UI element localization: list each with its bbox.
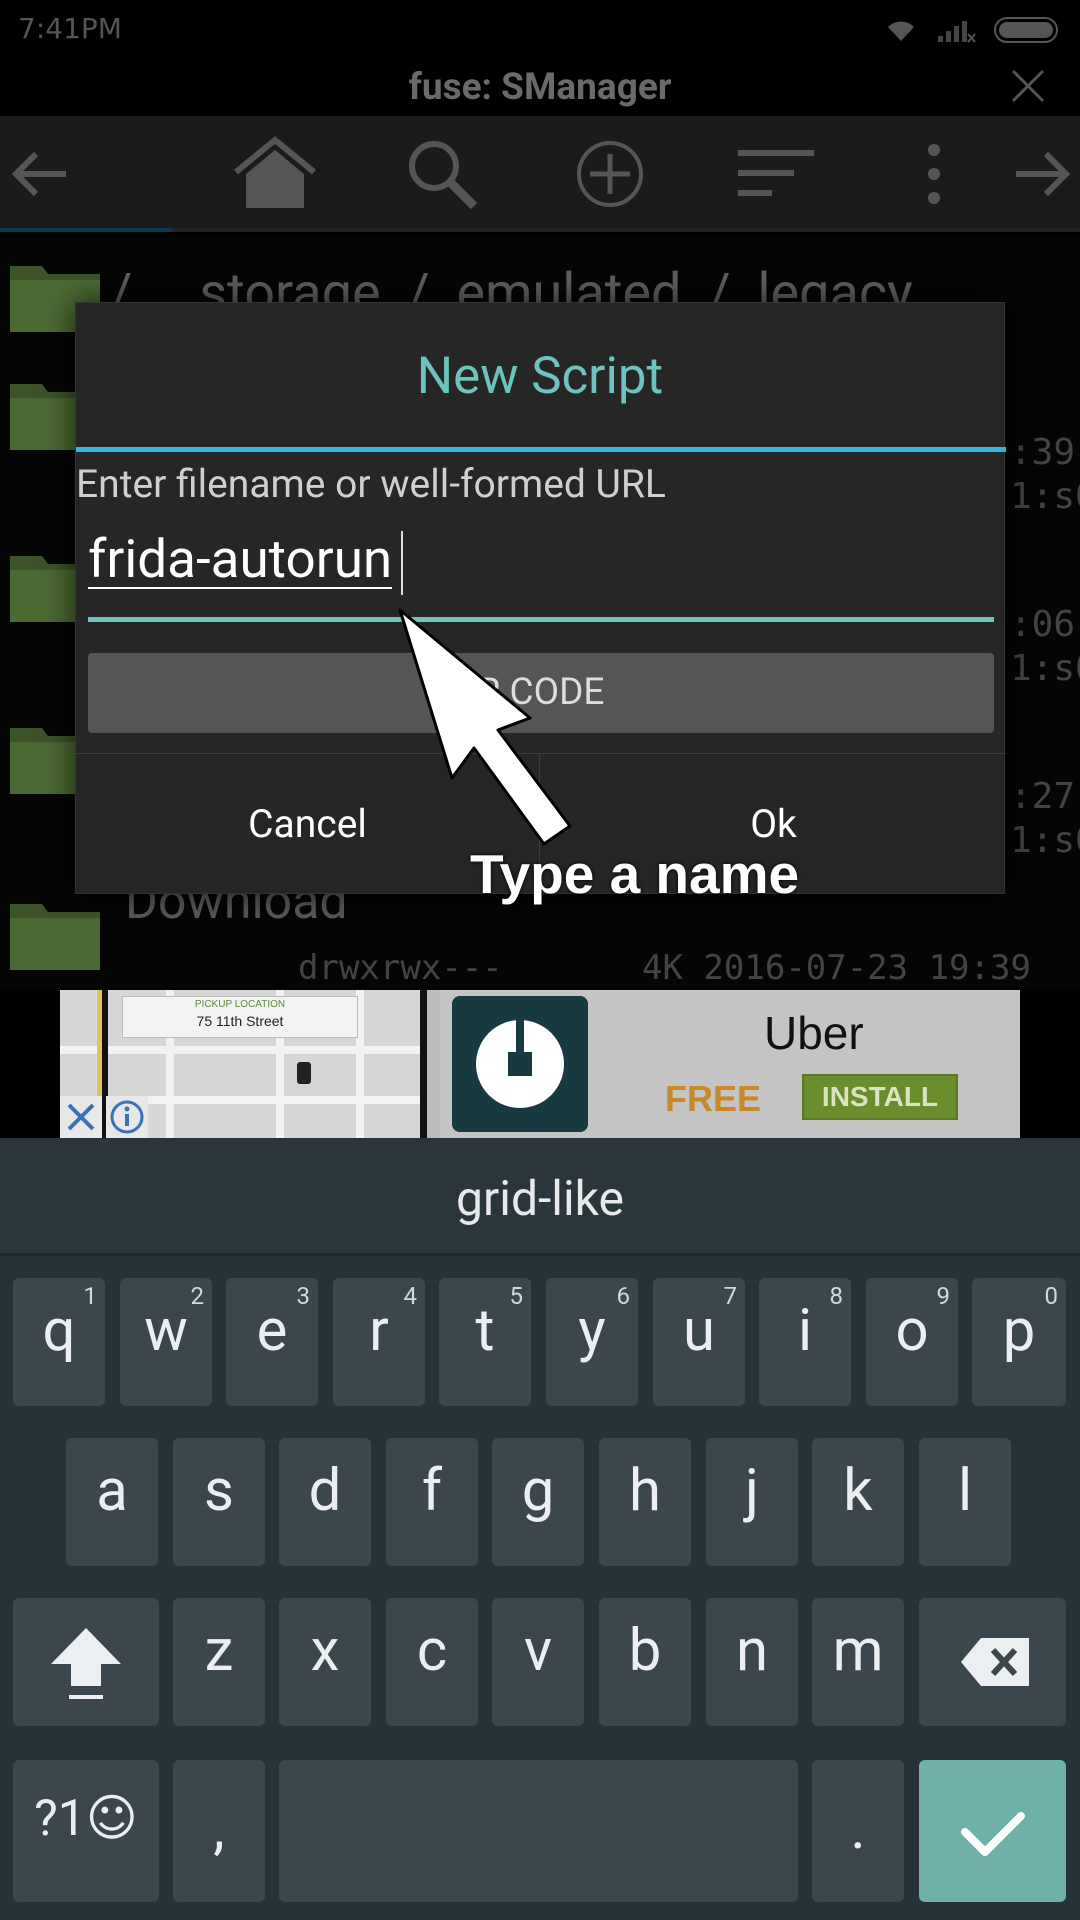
file-meta: :06: [1010, 604, 1076, 645]
status-time: 7:41PM: [18, 12, 122, 45]
key-g[interactable]: g: [492, 1438, 584, 1566]
ad-app-name: Uber: [764, 1007, 864, 1059]
key-o[interactable]: o9: [866, 1278, 958, 1406]
key-u[interactable]: u7: [653, 1278, 745, 1406]
annotation-label: Type a name: [470, 843, 800, 905]
dialog-title: New Script: [416, 347, 664, 406]
close-icon[interactable]: [60, 1096, 102, 1138]
text-caret: [401, 531, 403, 595]
suggestion-strip: grid-like: [0, 1138, 1080, 1256]
sort-icon[interactable]: [736, 136, 818, 212]
wifi-icon: [888, 21, 914, 41]
search-icon[interactable]: [404, 136, 480, 212]
uber-logo-icon: [452, 996, 588, 1132]
file-meta: :39: [1010, 432, 1076, 473]
file-meta: 1:s0: [1010, 820, 1080, 861]
ad-map-image: PICKUP LOCATION 75 11th Street: [60, 990, 427, 1138]
key-t[interactable]: t5: [439, 1278, 531, 1406]
annotation-arrow-icon: [398, 608, 572, 846]
folder-info: 4K 2016-07-23 19:39: [642, 948, 1031, 988]
key-m[interactable]: m: [812, 1598, 904, 1726]
key-k[interactable]: k: [812, 1438, 904, 1566]
key-i[interactable]: i8: [759, 1278, 851, 1406]
file-meta: 1:s0: [1010, 476, 1080, 517]
key-a[interactable]: a: [66, 1438, 158, 1566]
filename-input[interactable]: frida-autorun: [88, 523, 994, 597]
key-b[interactable]: b: [599, 1598, 691, 1726]
app-title: fuse: SManager: [408, 66, 672, 109]
shift-key[interactable]: [13, 1598, 159, 1726]
forward-arrow-icon[interactable]: [1002, 136, 1078, 212]
key-w[interactable]: w2: [120, 1278, 212, 1406]
backspace-key[interactable]: [919, 1598, 1066, 1726]
install-button[interactable]: INSTALL: [802, 1074, 958, 1120]
comma-key[interactable]: ,: [173, 1760, 265, 1902]
soft-keyboard: grid-like q1 w2 e3 r4 t5 y6 u7 i8 o9 p0 …: [0, 1138, 1080, 1920]
space-key[interactable]: [279, 1760, 798, 1902]
key-v[interactable]: v: [492, 1598, 584, 1726]
toolbar: [0, 116, 1080, 232]
home-icon[interactable]: [232, 136, 318, 212]
filename-value: frida-autorun: [88, 528, 393, 590]
dialog-divider: [76, 447, 1006, 452]
info-icon[interactable]: [106, 1096, 148, 1138]
back-arrow-icon[interactable]: [4, 136, 80, 212]
key-j[interactable]: j: [706, 1438, 798, 1566]
folder-icon[interactable]: [8, 896, 102, 972]
battery-icon: [994, 17, 1058, 43]
pickup-card: PICKUP LOCATION 75 11th Street: [122, 996, 358, 1038]
close-icon[interactable]: [1008, 66, 1048, 106]
checkmark-icon: [961, 1812, 1025, 1856]
title-bar: fuse: SManager: [0, 58, 1080, 116]
status-bar: 7:41PM: [0, 0, 1080, 58]
key-f[interactable]: f: [386, 1438, 478, 1566]
ad-banner[interactable]: PICKUP LOCATION 75 11th Street Uber FREE…: [60, 990, 1020, 1138]
key-z[interactable]: z: [173, 1598, 265, 1726]
symbols-key[interactable]: ?1☺: [13, 1760, 159, 1902]
shift-icon: [51, 1628, 121, 1699]
tab-indicator: [0, 228, 172, 232]
suggestion-word[interactable]: grid-like: [0, 1170, 1080, 1227]
key-p[interactable]: p0: [972, 1278, 1066, 1406]
key-e[interactable]: e3: [226, 1278, 318, 1406]
period-key[interactable]: .: [812, 1760, 904, 1902]
ad-content: Uber FREE INSTALL: [440, 990, 1020, 1138]
key-x[interactable]: x: [279, 1598, 371, 1726]
key-h[interactable]: h: [599, 1438, 691, 1566]
key-d[interactable]: d: [279, 1438, 371, 1566]
folder-permissions: drwxrwx---: [298, 948, 503, 988]
key-c[interactable]: c: [386, 1598, 478, 1726]
ad-price: FREE: [665, 1078, 762, 1119]
key-q[interactable]: q1: [13, 1278, 105, 1406]
dialog-hint: Enter filename or well-formed URL: [76, 461, 666, 507]
key-l[interactable]: l: [919, 1438, 1011, 1566]
enter-key[interactable]: [919, 1760, 1066, 1902]
key-y[interactable]: y6: [546, 1278, 638, 1406]
overflow-menu-icon[interactable]: [896, 136, 972, 212]
file-meta: :27: [1010, 776, 1076, 817]
key-r[interactable]: r4: [333, 1278, 425, 1406]
pickup-address: 75 11th Street: [196, 1013, 284, 1029]
key-n[interactable]: n: [706, 1598, 798, 1726]
pickup-title: PICKUP LOCATION: [194, 999, 286, 1010]
signal-icon: [938, 21, 976, 43]
file-meta: 1:s0: [1010, 648, 1080, 689]
key-s[interactable]: s: [173, 1438, 265, 1566]
backspace-icon: [961, 1638, 1029, 1686]
add-circle-icon[interactable]: [572, 136, 648, 212]
status-icons: [884, 14, 1060, 46]
